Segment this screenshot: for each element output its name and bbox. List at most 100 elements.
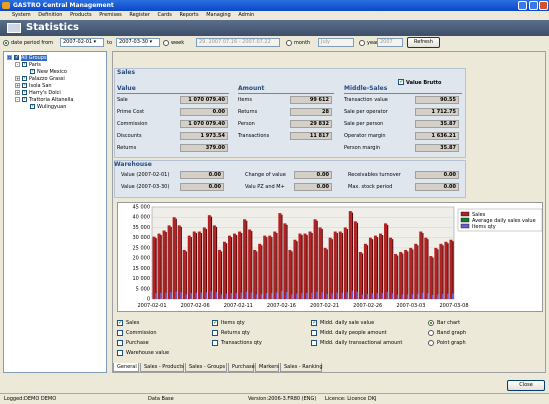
items-bar bbox=[411, 294, 414, 299]
tree-expander-icon[interactable]: + bbox=[15, 76, 20, 81]
week-radio[interactable] bbox=[163, 40, 169, 46]
close-icon[interactable] bbox=[539, 1, 548, 10]
tree-checkbox[interactable]: ✓ bbox=[22, 90, 27, 95]
tree-expander-icon[interactable]: - bbox=[7, 55, 12, 60]
date-period-radio[interactable] bbox=[3, 40, 9, 46]
menu-managing[interactable]: Managing bbox=[206, 12, 231, 18]
y-tick-label: 45 000 bbox=[133, 205, 151, 211]
metric-label: Person bbox=[238, 121, 255, 127]
option-radio[interactable] bbox=[428, 340, 434, 346]
year-radio[interactable] bbox=[359, 40, 365, 46]
sales-bar-shadow bbox=[160, 235, 162, 299]
tab-sales-ranking[interactable]: Sales - Ranking bbox=[280, 363, 323, 372]
tree-checkbox[interactable]: ✓ bbox=[30, 104, 35, 109]
maximize-icon[interactable] bbox=[529, 1, 538, 10]
menu-admin[interactable]: Admin bbox=[238, 12, 254, 18]
tab-general[interactable]: General bbox=[113, 363, 139, 372]
sales-bar bbox=[197, 231, 201, 299]
sales-bar bbox=[379, 233, 383, 299]
option-checkbox[interactable] bbox=[311, 330, 317, 336]
year-select[interactable]: 2007 bbox=[377, 38, 403, 47]
month-radio[interactable] bbox=[286, 40, 292, 46]
tree-checkbox[interactable]: ✓ bbox=[22, 83, 27, 88]
warehouse-value: 0.00 bbox=[415, 171, 459, 179]
tree-checkbox[interactable]: ✓ bbox=[14, 55, 19, 60]
sales-bar bbox=[429, 256, 433, 299]
minimize-icon[interactable] bbox=[518, 1, 527, 10]
items-bar bbox=[321, 292, 323, 299]
metric-value: 1 636.21 bbox=[415, 132, 459, 140]
items-bar bbox=[245, 291, 248, 299]
items-bar bbox=[366, 293, 369, 299]
sales-bar bbox=[449, 239, 453, 299]
sales-bar bbox=[338, 231, 342, 299]
option-checkbox[interactable] bbox=[212, 319, 218, 326]
metric-label: Operator margin bbox=[344, 133, 386, 139]
option-checkbox[interactable] bbox=[212, 340, 218, 346]
week-label: week bbox=[171, 40, 185, 46]
option-checkbox[interactable] bbox=[117, 330, 123, 336]
option-radio[interactable] bbox=[428, 330, 434, 336]
menu-register[interactable]: Register bbox=[129, 12, 150, 18]
tree-item[interactable]: + ✓ Isola San bbox=[15, 83, 52, 89]
date-from-select[interactable]: 2007-02-01 ▾ bbox=[60, 38, 104, 47]
value-brutto-checkbox[interactable] bbox=[398, 78, 404, 85]
tree-item[interactable]: - ✓ Paris bbox=[15, 62, 41, 68]
amount-group-divider bbox=[238, 93, 334, 94]
tree-expander-icon[interactable]: - bbox=[15, 62, 20, 67]
tree-expander-icon[interactable]: - bbox=[15, 97, 20, 102]
value-group-title: Value bbox=[117, 85, 136, 92]
tree-checkbox[interactable]: ✓ bbox=[30, 69, 35, 74]
week-select[interactable]: 29. 2007 07.16 - 2007.07.22 bbox=[196, 38, 280, 47]
menu-system[interactable]: System bbox=[12, 12, 31, 18]
menu-products[interactable]: Products bbox=[70, 12, 92, 18]
sales-bar bbox=[192, 231, 196, 299]
metric-value: 379.00 bbox=[180, 144, 228, 152]
tab-purchase[interactable]: Purchase bbox=[228, 363, 255, 372]
option-checkbox[interactable] bbox=[117, 340, 123, 346]
option-checkbox[interactable] bbox=[212, 330, 218, 336]
chart-svg: 0 5 000 10 000 15 000 20 000 25 000 30 000 35 0… bbox=[133, 205, 543, 309]
group-tree[interactable]: - ✓ All Groups - ✓ Paris ✓ New Mexico + ✓ Palazzo … bbox=[3, 51, 107, 373]
sales-bar bbox=[353, 221, 357, 299]
tree-item[interactable]: - ✓ Trattoria Altanella bbox=[15, 97, 73, 103]
menu-cards[interactable]: Cards bbox=[158, 12, 172, 18]
tree-checkbox[interactable]: ✓ bbox=[22, 97, 27, 102]
sales-bar-shadow bbox=[392, 239, 394, 299]
y-tick-label: 25 000 bbox=[133, 245, 151, 251]
sales-bar-shadow bbox=[311, 233, 313, 299]
option-radio[interactable] bbox=[428, 320, 434, 326]
close-button[interactable]: Close bbox=[507, 380, 545, 391]
window-title: GASTRO Central Management bbox=[13, 2, 114, 9]
tree-expander-icon[interactable]: + bbox=[15, 83, 20, 88]
tree-checkbox[interactable]: ✓ bbox=[22, 76, 27, 81]
items-bar bbox=[421, 292, 424, 299]
option-checkbox[interactable] bbox=[311, 340, 317, 346]
menu-definition[interactable]: Definition bbox=[38, 12, 62, 18]
metric-label: Returns bbox=[117, 145, 137, 151]
items-bar bbox=[401, 294, 404, 299]
legend-swatch bbox=[460, 217, 470, 223]
sales-bar-shadow bbox=[376, 237, 379, 299]
date-to-select[interactable]: 2007-03-30 ▾ bbox=[116, 38, 160, 47]
tree-checkbox[interactable]: ✓ bbox=[22, 62, 27, 67]
tab-sales-groups[interactable]: Sales - Groups bbox=[185, 363, 227, 372]
sales-bar-shadow bbox=[387, 224, 389, 299]
tree-item[interactable]: ✓ Wulingyuan bbox=[23, 104, 66, 110]
tree-item[interactable]: + ✓ Harry's Dolci bbox=[15, 90, 61, 96]
tab-markers[interactable]: Markers bbox=[255, 363, 279, 372]
option-checkbox[interactable] bbox=[117, 350, 123, 356]
refresh-button[interactable]: Refresh bbox=[407, 37, 440, 48]
warehouse-label: Change of value bbox=[245, 172, 286, 178]
tab-sales-products[interactable]: Sales - Products bbox=[140, 363, 184, 372]
menu-premises[interactable]: Premises bbox=[99, 12, 122, 18]
metric-value: 1 973.54 bbox=[180, 132, 228, 140]
option-checkbox[interactable] bbox=[311, 319, 317, 326]
tree-expander-icon[interactable]: + bbox=[15, 90, 20, 95]
sales-bar bbox=[248, 229, 252, 299]
tree-item[interactable]: ✓ New Mexico bbox=[23, 69, 67, 75]
option-checkbox[interactable] bbox=[117, 319, 123, 326]
sales-bar bbox=[384, 223, 388, 299]
menu-reports[interactable]: Reports bbox=[179, 12, 198, 18]
month-select[interactable]: July bbox=[318, 38, 354, 47]
